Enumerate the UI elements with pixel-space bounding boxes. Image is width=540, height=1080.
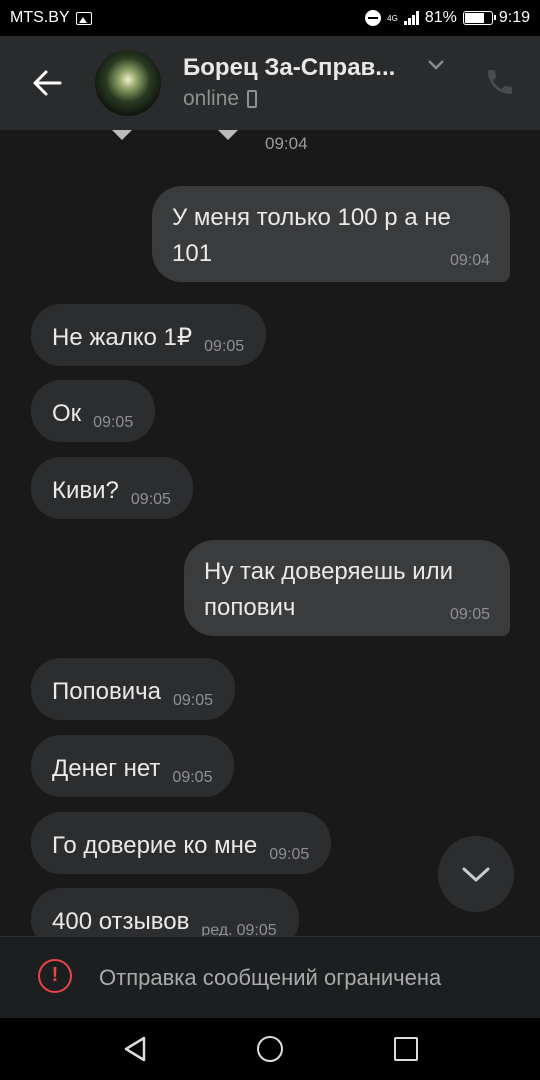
message-time: 09:05 xyxy=(130,491,171,508)
contact-name[interactable]: Борец За-Справ... xyxy=(183,54,413,82)
battery-fill xyxy=(464,13,484,23)
online-status: online xyxy=(183,87,240,110)
nav-home-icon[interactable] xyxy=(257,1036,283,1062)
chevron-down-icon[interactable] xyxy=(426,56,446,77)
message-text: Не жалко 1₽ xyxy=(52,324,193,351)
message-time: 09:05 xyxy=(172,692,213,709)
message-text: Киви? xyxy=(52,477,119,504)
clock: 9:19 xyxy=(498,9,530,26)
edited-label: ред. xyxy=(201,922,233,936)
message-time: 09:05 xyxy=(93,414,134,431)
contact-status: online xyxy=(183,87,258,111)
status-bar: MTS.BY 4G 81% 9:19 xyxy=(0,0,540,36)
chat-header: Борец За-Справ... online xyxy=(0,36,540,130)
chevron-down-icon xyxy=(462,867,490,882)
warning-icon: ! xyxy=(38,959,72,993)
network-type: 4G xyxy=(387,13,398,23)
message-time: 09:05 xyxy=(172,769,213,786)
outgoing-message[interactable]: У меня только 100 р а не 101 09:04 xyxy=(152,186,510,282)
message-text: 400 отзывов xyxy=(52,908,190,935)
sticker-time: 09:04 xyxy=(265,134,308,153)
message-time: 09:05 xyxy=(269,846,310,863)
mobile-device-icon xyxy=(247,90,258,108)
nav-back-icon[interactable] xyxy=(122,1036,148,1062)
message-time: 09:05 xyxy=(449,606,490,623)
image-notification-icon xyxy=(75,11,92,25)
sticker-fragment xyxy=(102,130,142,140)
message-text: Денег нет xyxy=(52,755,161,782)
message-time: 09:05 xyxy=(204,338,245,355)
phone-call-icon[interactable] xyxy=(484,66,516,98)
outgoing-message[interactable]: Ну так доверяешь или попович 09:05 xyxy=(184,540,510,636)
restriction-text: Отправка сообщений ограничена xyxy=(99,965,442,990)
message-time: 09:05 xyxy=(236,922,277,936)
signal-icon xyxy=(403,11,419,25)
nav-recent-apps-icon[interactable] xyxy=(394,1037,418,1061)
avatar[interactable] xyxy=(95,50,161,116)
incoming-message[interactable]: Денег нет 09:05 xyxy=(31,735,235,797)
restriction-banner: ! Отправка сообщений ограничена xyxy=(0,936,540,1018)
scroll-down-button[interactable] xyxy=(438,836,514,912)
message-list[interactable]: 09:04 У меня только 100 р а не 101 09:04… xyxy=(0,130,540,936)
sticker-fragment xyxy=(208,130,248,140)
incoming-message[interactable]: Го доверие ко мне 09:05 xyxy=(31,812,332,874)
carrier-name: MTS.BY xyxy=(10,9,70,26)
message-time: 09:04 xyxy=(449,252,490,269)
do-not-disturb-icon xyxy=(365,10,382,26)
system-nav-bar xyxy=(0,1018,540,1080)
message-text: Ок xyxy=(52,400,82,427)
incoming-message[interactable]: Ок 09:05 xyxy=(31,380,156,442)
message-text: Поповича xyxy=(52,678,161,705)
incoming-message[interactable]: Киви? 09:05 xyxy=(31,457,193,519)
incoming-message[interactable]: Поповича 09:05 xyxy=(31,658,235,720)
battery-percent: 81% xyxy=(424,9,457,26)
back-arrow-icon[interactable] xyxy=(30,66,66,102)
incoming-message[interactable]: 400 отзывов ред. 09:05 xyxy=(31,888,299,936)
battery-icon xyxy=(462,11,496,25)
incoming-message[interactable]: Не жалко 1₽ 09:05 xyxy=(31,304,267,366)
message-text: Го доверие ко мне xyxy=(52,832,258,859)
